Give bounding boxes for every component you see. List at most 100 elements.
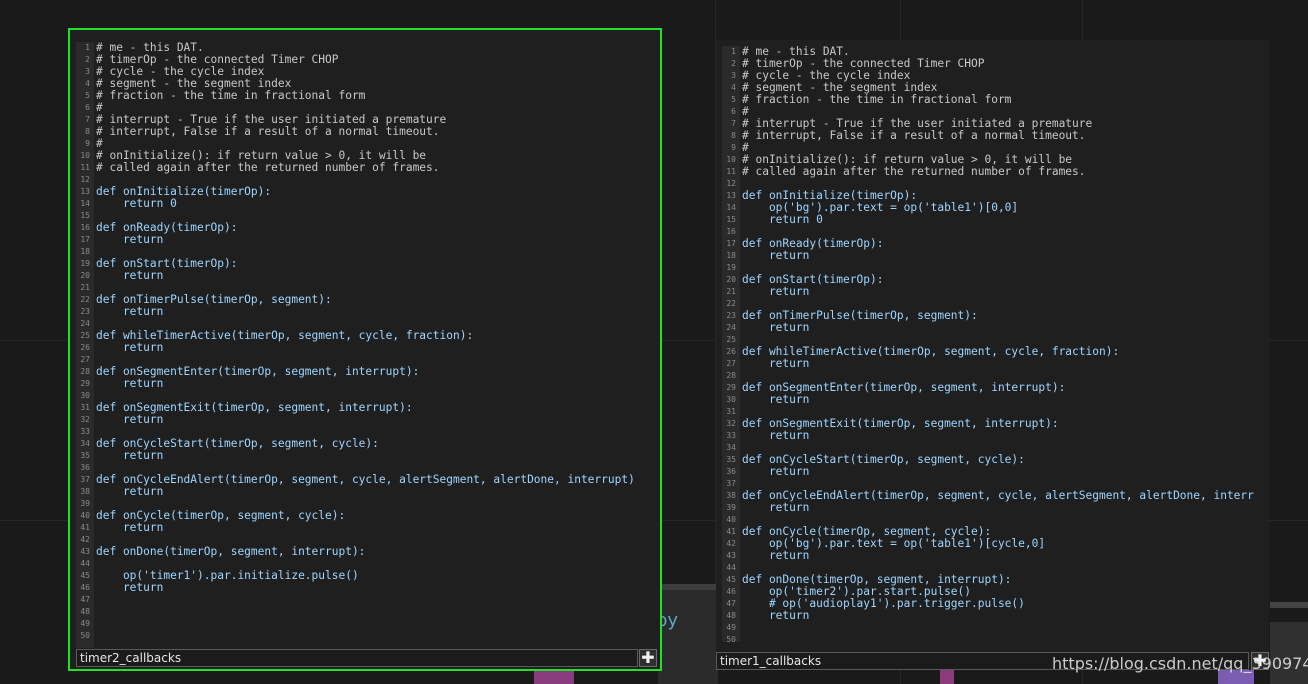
line-number: 40 — [726, 515, 736, 524]
code-line[interactable]: 41 return — [76, 522, 660, 534]
code-line[interactable]: 27 return — [722, 358, 1269, 370]
code-editor[interactable]: 1 # me - this DAT. 2 # timerOp - the connec… — [722, 46, 1269, 642]
code-text: return — [96, 449, 164, 462]
code-line[interactable]: 39 return — [722, 502, 1269, 514]
code-line[interactable]: 23 return — [76, 306, 660, 318]
code-line[interactable]: 22 def onTimerPulse(timerOp, segment): — [76, 294, 660, 306]
line-number: 44 — [726, 563, 736, 572]
code-line[interactable]: 37 def onCycleEndAlert(timerOp, segment, … — [76, 474, 660, 486]
line-number: 30 — [726, 395, 736, 404]
code-line[interactable]: 49 — [76, 618, 660, 630]
line-number: 50 — [726, 635, 736, 642]
line-number: 49 — [726, 623, 736, 632]
code-text: return — [96, 269, 164, 282]
line-number: 42 — [80, 535, 90, 544]
code-line[interactable]: 50 — [76, 630, 660, 642]
code-line[interactable]: 47 — [76, 594, 660, 606]
line-number: 11 — [726, 167, 736, 176]
code-line[interactable]: 43 return — [722, 550, 1269, 562]
line-number: 7 — [731, 119, 736, 128]
line-number: 4 — [85, 79, 90, 88]
line-number: 11 — [80, 163, 90, 172]
code-line[interactable]: 34 def onCycleStart(timerOp, segment, cyc… — [76, 438, 660, 450]
code-line[interactable]: 24 return — [722, 322, 1269, 334]
code-text: return — [96, 521, 164, 534]
line-number: 21 — [80, 283, 90, 292]
line-number: 30 — [80, 391, 90, 400]
line-number: 37 — [726, 479, 736, 488]
code-line[interactable]: 43 def onDone(timerOp, segment, interrupt… — [76, 546, 660, 558]
line-number: 18 — [80, 247, 90, 256]
code-text: return — [96, 233, 164, 246]
code-line[interactable]: 8 # interrupt, False if a result of a nor… — [722, 130, 1269, 142]
line-number: 47 — [726, 599, 736, 608]
code-line[interactable]: 28 def onSegmentEnter(timerOp, segment, i… — [76, 366, 660, 378]
line-number: 49 — [80, 619, 90, 628]
code-line[interactable]: 46 return — [76, 582, 660, 594]
network-node-strip[interactable] — [658, 584, 718, 684]
code-text: return — [742, 321, 810, 334]
code-text: def onCycleEndAlert(timerOp, segment, cy… — [742, 489, 1254, 502]
code-line[interactable]: 5 # fraction - the time in fractional for… — [76, 90, 660, 102]
network-node-strip[interactable] — [1270, 602, 1308, 608]
code-line[interactable]: 32 return — [76, 414, 660, 426]
line-number: 25 — [80, 331, 90, 340]
code-line[interactable]: 30 return — [722, 394, 1269, 406]
code-line[interactable]: 45 op('timer1').par.initialize.pulse() — [76, 570, 660, 582]
line-number: 3 — [731, 71, 736, 80]
code-line[interactable]: 33 return — [722, 430, 1269, 442]
timer2-callbacks-dat-viewer[interactable]: 1 # me - this DAT. 2 # timerOp - the connec… — [68, 28, 662, 671]
line-number: 21 — [726, 287, 736, 296]
code-editor[interactable]: 1 # me - this DAT. 2 # timerOp - the connec… — [76, 42, 660, 648]
line-number: 5 — [731, 95, 736, 104]
code-line[interactable]: 38 return — [76, 486, 660, 498]
code-line[interactable]: 48 return — [722, 610, 1269, 622]
line-number: 12 — [80, 175, 90, 184]
code-text: return — [96, 341, 164, 354]
code-line[interactable]: 29 return — [76, 378, 660, 390]
code-line[interactable]: 21 return — [722, 286, 1269, 298]
code-line[interactable]: 31 def onSegmentExit(timerOp, segment, in… — [76, 402, 660, 414]
code-line[interactable]: 20 return — [76, 270, 660, 282]
code-line[interactable]: 50 — [722, 634, 1269, 642]
timer1-callbacks-dat-viewer[interactable]: 1 # me - this DAT. 2 # timerOp - the connec… — [716, 40, 1269, 670]
code-line[interactable]: 11 # called again after the returned numb… — [722, 166, 1269, 178]
code-line[interactable]: 17 return — [76, 234, 660, 246]
line-number: 12 — [726, 179, 736, 188]
code-line[interactable]: 48 — [76, 606, 660, 618]
code-line[interactable]: 36 return — [722, 466, 1269, 478]
line-number: 24 — [726, 323, 736, 332]
line-number: 29 — [726, 383, 736, 392]
line-number: 13 — [726, 191, 736, 200]
line-number: 39 — [80, 499, 90, 508]
line-number: 26 — [726, 347, 736, 356]
code-line[interactable]: 8 # interrupt, False if a result of a nor… — [76, 126, 660, 138]
code-line[interactable]: 16 def onReady(timerOp): — [76, 222, 660, 234]
line-number: 29 — [80, 379, 90, 388]
code-line[interactable]: 35 return — [76, 450, 660, 462]
line-number: 35 — [80, 451, 90, 460]
code-line[interactable]: 49 — [722, 622, 1269, 634]
network-node[interactable] — [1270, 622, 1308, 684]
code-line[interactable]: 5 # fraction - the time in fractional for… — [722, 94, 1269, 106]
code-line[interactable]: 11 # called again after the returned numb… — [76, 162, 660, 174]
code-line[interactable]: 26 return — [76, 342, 660, 354]
line-number: 28 — [726, 371, 736, 380]
line-number: 2 — [85, 55, 90, 64]
line-number: 38 — [726, 491, 736, 500]
line-number: 16 — [80, 223, 90, 232]
line-number: 22 — [726, 299, 736, 308]
add-button[interactable]: ✚ — [639, 649, 657, 667]
code-line[interactable]: 18 return — [722, 250, 1269, 262]
code-line[interactable]: 40 def onCycle(timerOp, segment, cycle): — [76, 510, 660, 522]
code-line[interactable]: 25 def whileTimerActive(timerOp, segment,… — [76, 330, 660, 342]
line-number: 36 — [80, 463, 90, 472]
line-number: 45 — [80, 571, 90, 580]
code-line[interactable]: 14 return 0 — [76, 198, 660, 210]
code-line[interactable]: 15 return 0 — [722, 214, 1269, 226]
line-number: 23 — [726, 311, 736, 320]
code-line[interactable]: 19 def onStart(timerOp): — [76, 258, 660, 270]
code-text: return — [96, 581, 164, 594]
line-number: 41 — [726, 527, 736, 536]
dat-name-field[interactable]: timer2_callbacks — [76, 649, 638, 667]
